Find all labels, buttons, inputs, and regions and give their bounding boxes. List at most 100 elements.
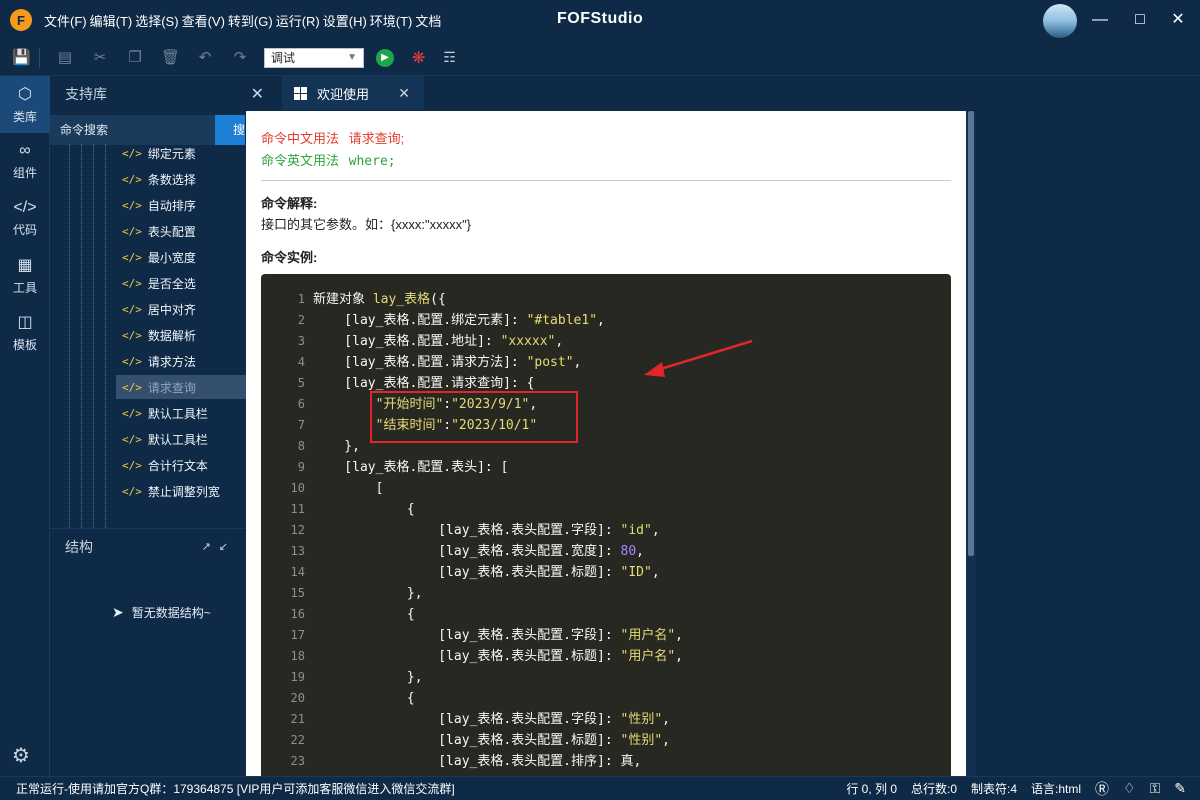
expand-collapse-icon[interactable]: ↗↙ bbox=[202, 540, 236, 553]
scrollbar-thumb[interactable] bbox=[968, 111, 974, 556]
code-line: 8 }, bbox=[261, 436, 360, 457]
copy-icon[interactable]: ❐ bbox=[126, 49, 144, 67]
line-number: 7 bbox=[297, 418, 305, 432]
language-mode[interactable]: 语言:html bbox=[1031, 780, 1081, 797]
explain-text: 接口的其它参数。如：{xxxx:"xxxxx"} bbox=[261, 217, 472, 232]
settings-gear-icon[interactable]: ⚙ bbox=[12, 743, 30, 768]
tree-item[interactable]: </> 表头配置 bbox=[116, 219, 246, 243]
find-icon[interactable]: ☶ bbox=[443, 49, 456, 66]
tree-item[interactable]: </> 居中对齐 bbox=[116, 297, 246, 321]
code-line: 11 { bbox=[261, 499, 415, 520]
tree-item[interactable]: </> 请求查询 bbox=[116, 375, 246, 399]
line-number: 19 bbox=[290, 670, 305, 684]
run-icon[interactable]: ▶ bbox=[376, 48, 394, 67]
code-tag-icon: </> bbox=[122, 302, 142, 316]
menu-bar: 文件(F) 编辑(T) 选择(S) 查看(V) 转到(G) 运行(R) 设置(H) 环境(T)… bbox=[44, 11, 444, 30]
code-text: { bbox=[313, 502, 415, 517]
line-number: 8 bbox=[297, 439, 305, 453]
menu-item[interactable]: 文件(F) bbox=[44, 11, 87, 30]
activity-tools[interactable]: ▦ 工具 bbox=[0, 247, 50, 304]
code-icon: </> bbox=[13, 199, 37, 216]
en-usage-line: 命令英文用法 where; bbox=[261, 150, 396, 169]
code-text: [lay_表格.配置.地址]: "xxxxx", bbox=[313, 334, 564, 349]
activity-templates[interactable]: ◫ 模板 bbox=[0, 304, 50, 361]
tree-item[interactable]: </> 数据解析 bbox=[116, 323, 246, 347]
mode-select-value: 调试 bbox=[271, 51, 296, 65]
tab-size[interactable]: 制表符:4 bbox=[971, 780, 1017, 797]
menu-item[interactable]: 查看(V) bbox=[182, 11, 225, 30]
search-button[interactable]: 搜索 bbox=[215, 115, 245, 145]
avatar[interactable] bbox=[1043, 4, 1077, 38]
tree-item[interactable]: </> 绑定元素 bbox=[116, 144, 246, 165]
editor-scrollbar[interactable] bbox=[966, 111, 976, 776]
tree-item[interactable]: </> 自动排序 bbox=[116, 193, 246, 217]
tree-item-label: 是否全选 bbox=[147, 276, 196, 291]
dollar-icon[interactable]: Ⓡ bbox=[1095, 779, 1109, 799]
code-text: [lay_表格.表头配置.标题]: "用户名", bbox=[313, 649, 683, 664]
line-number: 15 bbox=[290, 586, 305, 600]
tree-item[interactable]: </> 默认工具栏 bbox=[116, 427, 246, 451]
tree-item[interactable]: </> 最小宽度 bbox=[116, 245, 246, 269]
lock-icon[interactable]: ⚿ bbox=[1150, 780, 1161, 797]
tab-close-icon[interactable]: ✕ bbox=[398, 85, 410, 102]
chat-icon[interactable]: ✎ bbox=[1174, 780, 1186, 797]
code-tag-icon: </> bbox=[122, 276, 142, 290]
activity-components[interactable]: ∞ 组件 bbox=[0, 133, 50, 190]
code-line: 19 }, bbox=[261, 667, 423, 688]
code-text: }, bbox=[313, 439, 360, 454]
toolbar: 💾 ▤ ✂ ❐ 🗑 ↶ ↷ 调试 ▼ ▶ ❋ ☶ bbox=[0, 40, 1200, 76]
save-icon[interactable]: 💾 bbox=[12, 49, 31, 67]
tab-welcome[interactable]: 欢迎使用 ✕ bbox=[282, 76, 424, 110]
divider bbox=[261, 180, 951, 181]
code-text: [lay_表格.配置.请求方法]: "post", bbox=[313, 355, 582, 370]
menu-item[interactable]: 设置(H) bbox=[323, 11, 367, 30]
code-text: [ bbox=[313, 481, 384, 496]
right-pane bbox=[976, 111, 1200, 776]
mode-select[interactable]: 调试 ▼ bbox=[264, 47, 364, 68]
redo-icon[interactable]: ↷ bbox=[231, 49, 249, 67]
activity-bar: ⬡ 类库 ∞ 组件 </> 代码 ▦ 工具 ◫ 模板 ⚙ bbox=[0, 76, 50, 776]
cut-icon[interactable]: ✂ bbox=[91, 49, 109, 67]
line-number: 4 bbox=[297, 355, 305, 369]
code-line: 16 { bbox=[261, 604, 415, 625]
delete-icon[interactable]: 🗑 bbox=[161, 49, 180, 67]
menu-item[interactable]: 运行(R) bbox=[276, 11, 320, 30]
debug-bug-icon[interactable]: ❋ bbox=[412, 48, 425, 68]
search-input[interactable]: 命令搜索 bbox=[50, 115, 215, 145]
status-right: 行 0, 列 0 总行数:0 制表符:4 语言:html Ⓡ ♢ ⚿ ✎ bbox=[832, 779, 1186, 799]
tree-item[interactable]: </> 禁止调整列宽 bbox=[116, 479, 246, 503]
line-number: 10 bbox=[290, 481, 305, 495]
menu-item[interactable]: 编辑(T) bbox=[90, 11, 133, 30]
tree-item-label: 自动排序 bbox=[147, 198, 196, 213]
panel-close-icon[interactable]: ✕ bbox=[251, 84, 264, 104]
new-file-icon[interactable]: ▤ bbox=[56, 49, 74, 67]
app-title: FOFStudio bbox=[557, 10, 644, 27]
tree-item-label: 默认工具栏 bbox=[147, 432, 208, 447]
bell-icon[interactable]: ♢ bbox=[1123, 780, 1136, 797]
undo-icon[interactable]: ↶ bbox=[196, 49, 214, 67]
cursor-position[interactable]: 行 0, 列 0 bbox=[846, 780, 897, 797]
code-line: 17 [lay_表格.表头配置.字段]: "用户名", bbox=[261, 625, 683, 646]
menu-item[interactable]: 文档 bbox=[415, 11, 441, 30]
code-text: [lay_表格.表头配置.字段]: "性别", bbox=[313, 712, 670, 727]
close-icon[interactable]: ✕ bbox=[1167, 9, 1189, 31]
code-tag-icon: </> bbox=[122, 328, 142, 342]
tree-item[interactable]: </> 是否全选 bbox=[116, 271, 246, 295]
activity-label: 模板 bbox=[12, 338, 37, 352]
code-text: [lay_表格.配置.绑定元素]: "#table1", bbox=[313, 313, 605, 328]
code-line: 23 [lay_表格.表头配置.排序]: 真, bbox=[261, 751, 642, 772]
tree-item[interactable]: </> 条数选择 bbox=[116, 167, 246, 191]
activity-library[interactable]: ⬡ 类库 bbox=[0, 76, 50, 133]
menu-item[interactable]: 选择(S) bbox=[135, 11, 178, 30]
maximize-icon[interactable]: □ bbox=[1129, 9, 1151, 31]
code-text: [lay_表格.表头配置.字段]: "id", bbox=[313, 523, 660, 538]
tree-item[interactable]: </> 合计行文本 bbox=[116, 453, 246, 477]
menu-item[interactable]: 转到(G) bbox=[228, 11, 273, 30]
tree-item-label: 最小宽度 bbox=[147, 250, 196, 265]
tree-item[interactable]: </> 请求方法 bbox=[116, 349, 246, 373]
panel-header: 支持库 ✕ bbox=[50, 76, 274, 112]
minimize-icon[interactable]: — bbox=[1089, 9, 1111, 31]
activity-code[interactable]: </> 代码 bbox=[0, 190, 50, 247]
tree-item[interactable]: </> 默认工具栏 bbox=[116, 401, 246, 425]
menu-item[interactable]: 环境(T) bbox=[370, 11, 413, 30]
